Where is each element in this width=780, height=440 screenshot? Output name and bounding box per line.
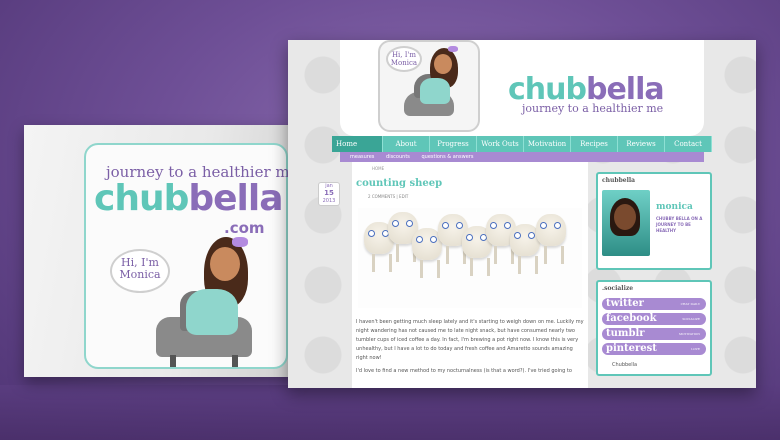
social-widget-title: .socialize bbox=[602, 285, 634, 292]
website-mockup: Hi, I'm Monica chubbella journey to a hea… bbox=[288, 40, 756, 388]
about-widget-title: chubbella bbox=[602, 177, 636, 184]
nav-motivation[interactable]: Motivation bbox=[524, 136, 571, 152]
bubble-line-2: Monica bbox=[390, 58, 418, 67]
tumblr-label: tumblr bbox=[606, 328, 645, 339]
subnav-qa[interactable]: questions & answers bbox=[422, 154, 474, 160]
facebook-label: facebook bbox=[606, 313, 657, 324]
card-logo: chubbella bbox=[94, 178, 284, 219]
card-speech-bubble: Hi, I'm Monica bbox=[110, 249, 170, 293]
post-paragraph: I'd love to find a new method to my noct… bbox=[356, 368, 572, 374]
girl-face-illustration bbox=[210, 247, 240, 281]
post-body: I haven't been getting much sleep lately… bbox=[356, 318, 584, 380]
bubble-line-1: Hi, I'm bbox=[121, 256, 159, 269]
hair-bow-icon bbox=[232, 237, 248, 247]
breadcrumb[interactable]: HOME bbox=[372, 166, 384, 171]
pinterest-sub: LOVE bbox=[691, 347, 700, 351]
facebook-sub: SOCIALIZE bbox=[682, 317, 700, 321]
main-nav: Home About Progress Work Outs Motivation… bbox=[332, 136, 712, 152]
card-logo-part-a: chub bbox=[94, 178, 189, 219]
nav-about[interactable]: About bbox=[383, 136, 430, 152]
date-day: 15 bbox=[324, 189, 334, 197]
facebook-button[interactable]: facebook SOCIALIZE bbox=[602, 313, 706, 325]
post-title[interactable]: counting sheep bbox=[356, 178, 442, 189]
card-frame: journey to a healthier me chubbella .com… bbox=[84, 143, 296, 369]
nav-reviews[interactable]: Reviews bbox=[618, 136, 665, 152]
sub-nav: measures discounts questions & answers bbox=[340, 152, 704, 162]
sheep-image bbox=[358, 208, 582, 308]
girl-dress-illustration bbox=[420, 78, 450, 104]
girl-dress-illustration bbox=[186, 289, 238, 335]
tumblr-button[interactable]: tumblr MOTIVATION bbox=[602, 328, 706, 340]
tumblr-sub: MOTIVATION bbox=[679, 332, 700, 336]
site-tagline: journey to a healthier me bbox=[522, 102, 664, 115]
twitter-button[interactable]: twitter CHAT DAILY bbox=[602, 298, 706, 310]
pinterest-label: pinterest bbox=[606, 343, 657, 354]
subnav-discounts[interactable]: discounts bbox=[386, 154, 410, 160]
social-widget: .socialize twitter CHAT DAILY facebook SOC… bbox=[596, 280, 712, 376]
nav-contact[interactable]: Contact bbox=[665, 136, 712, 152]
post-paragraph: I haven't been getting much sleep lately… bbox=[356, 319, 584, 361]
card-logo-part-b: bella bbox=[188, 178, 283, 219]
twitter-label: twitter bbox=[606, 298, 644, 309]
about-widget: chubbella monica CHUBBY BELLA ON A JOURN… bbox=[596, 172, 712, 270]
pinterest-button[interactable]: pinterest LOVE bbox=[602, 343, 706, 355]
nav-progress[interactable]: Progress bbox=[430, 136, 477, 152]
post-date: jan 15 2013 bbox=[318, 182, 340, 206]
sheep-figure bbox=[536, 214, 566, 264]
subnav-measures[interactable]: measures bbox=[350, 154, 374, 160]
profile-name: monica bbox=[656, 202, 693, 212]
hair-bow-icon bbox=[448, 46, 458, 52]
post-meta[interactable]: 2 COMMENTS | EDIT bbox=[368, 194, 408, 199]
sidebar: chubbella monica CHUBBY BELLA ON A JOURN… bbox=[596, 172, 712, 388]
card-logo-domain: .com bbox=[224, 219, 265, 237]
twitter-sub: CHAT DAILY bbox=[680, 302, 700, 306]
post-content: HOME jan 15 2013 counting sheep 2 COMMEN… bbox=[318, 162, 588, 388]
social-footer[interactable]: Chubbella bbox=[612, 362, 637, 368]
floor-reflection bbox=[0, 385, 780, 440]
header-avatar[interactable]: Hi, I'm Monica bbox=[378, 40, 480, 132]
nav-recipes[interactable]: Recipes bbox=[571, 136, 618, 152]
profile-description: CHUBBY BELLA ON A JOURNEY TO BE HEALTHY bbox=[656, 216, 703, 233]
girl-face-illustration bbox=[434, 54, 452, 74]
date-year: 2013 bbox=[322, 198, 336, 204]
nav-work-outs[interactable]: Work Outs bbox=[477, 136, 524, 152]
nav-home[interactable]: Home bbox=[332, 136, 383, 152]
profile-photo[interactable] bbox=[602, 190, 650, 256]
header-speech-bubble: Hi, I'm Monica bbox=[386, 46, 422, 72]
bubble-line-2: Monica bbox=[119, 268, 161, 282]
business-card: journey to a healthier me chubbella .com… bbox=[24, 125, 296, 377]
